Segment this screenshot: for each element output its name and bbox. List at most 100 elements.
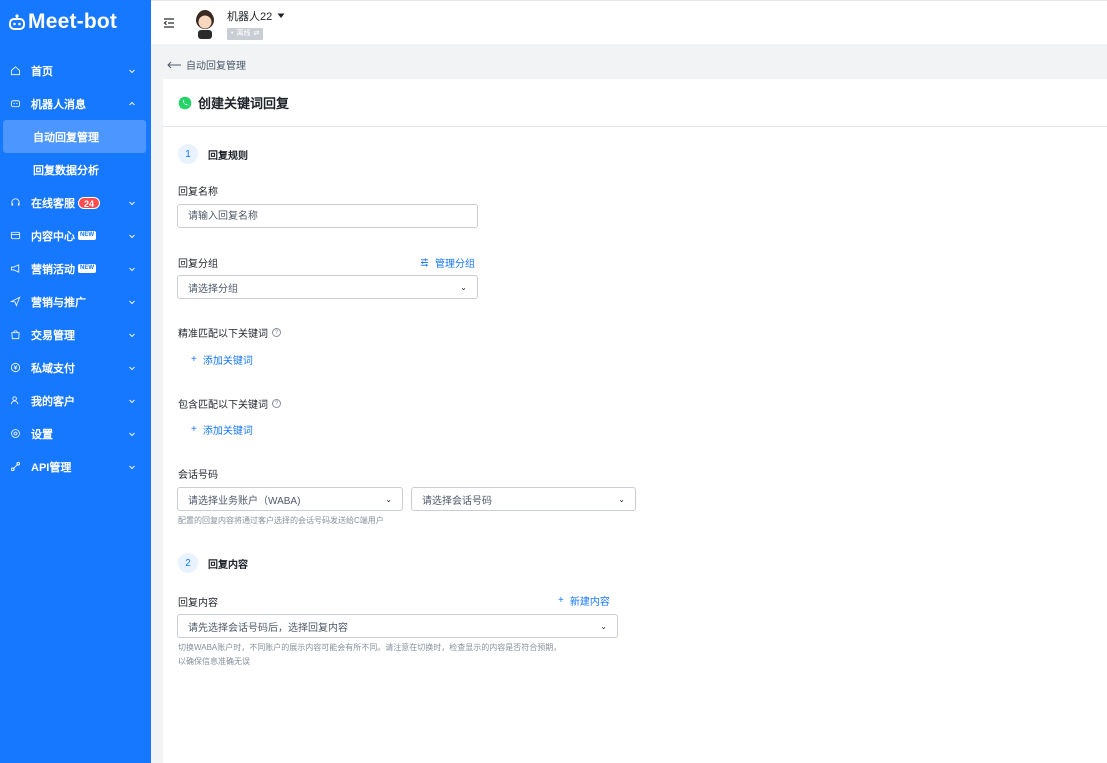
waba-account-select[interactable]: 请选择业务账户（WABA) ⌄: [177, 487, 403, 511]
sliders-icon: [420, 258, 429, 267]
step-1-heading: 1 回复规则: [178, 144, 248, 164]
sidebar-subitem-auto-reply[interactable]: 自动回复管理: [3, 120, 146, 153]
sidebar-item-home[interactable]: 首页: [0, 54, 151, 87]
sidebar-item-label: 机器人消息: [31, 98, 86, 111]
chevron-down-icon: [129, 201, 135, 205]
sidebar-item-promotion[interactable]: 营销与推广: [0, 285, 151, 318]
reply-name-label: 回复名称: [178, 187, 218, 198]
sidebar-item-label: 营销活动: [31, 263, 75, 276]
reply-content-label: 回复内容: [178, 598, 218, 609]
content-card: 创建关键词回复 1 回复规则 回复名称 回复分组 管理分组 请选择分组 ⌄ 精准…: [163, 79, 1107, 763]
exact-match-text: 精准匹配以下关键词: [178, 329, 268, 340]
coin-icon: ¥: [9, 362, 21, 374]
brand-logo[interactable]: Meet-bot: [0, 0, 151, 44]
svg-text:¥: ¥: [13, 366, 17, 372]
megaphone-icon: [9, 263, 21, 275]
contain-match-label: 包含匹配以下关键词 ?: [178, 396, 281, 411]
status-dot-icon: •: [231, 30, 234, 37]
sidebar-item-online-service[interactable]: 在线客服 24: [0, 186, 151, 219]
sidebar-item-content-center[interactable]: 内容中心 NEW: [0, 219, 151, 252]
step-number: 1: [178, 144, 198, 164]
status-badge: • 离线 ⇄: [227, 28, 264, 40]
plus-icon: +: [558, 595, 564, 606]
bot-logo-icon: [8, 13, 26, 31]
brand-name: Meet-bot: [28, 10, 118, 33]
add-exact-keyword-button[interactable]: + 添加关键词: [191, 352, 253, 367]
robot-icon: [9, 98, 21, 110]
status-text: 离线: [236, 30, 251, 37]
chevron-down-icon: ⌄: [460, 282, 467, 292]
sidebar-item-label: API管理: [31, 461, 72, 474]
back-arrow-icon: [167, 61, 181, 68]
gear-icon: [9, 428, 21, 440]
sidebar-item-api[interactable]: API管理: [0, 450, 151, 483]
step-2-heading: 2 回复内容: [178, 553, 248, 573]
chevron-down-icon: ⌄: [600, 621, 607, 631]
manage-group-label: 管理分组: [435, 259, 475, 270]
sidebar-item-private-pay[interactable]: ¥ 私域支付: [0, 351, 151, 384]
contain-match-text: 包含匹配以下关键词: [178, 400, 268, 411]
phone-hint: 配置的回复内容将通过客户选择的会话号码发送给C端用户: [178, 516, 384, 525]
sidebar-item-customers[interactable]: 我的客户: [0, 384, 151, 417]
sidebar-subitem-reply-analytics[interactable]: 回复数据分析: [0, 153, 151, 186]
whatsapp-icon: [178, 96, 192, 109]
add-keyword-label: 添加关键词: [202, 356, 253, 367]
chevron-down-icon: [129, 300, 135, 304]
page-header: 创建关键词回复: [163, 79, 1107, 127]
help-icon[interactable]: ?: [272, 399, 281, 408]
sidebar-item-settings[interactable]: 设置: [0, 417, 151, 450]
home-icon: [9, 65, 21, 77]
unread-count-badge: 24: [78, 196, 101, 209]
waba-switch-hint: 切换WABA账户时，不同账户的展示内容可能会有所不同。请注意在切换时，检查显示的…: [178, 641, 638, 669]
new-badge: NEW: [78, 264, 96, 273]
new-content-label: 新建内容: [569, 597, 610, 608]
chevron-down-icon: [129, 267, 135, 271]
sidebar-item-label: 首页: [31, 65, 53, 78]
sidebar-item-label: 交易管理: [31, 329, 75, 342]
step-number: 2: [178, 553, 198, 573]
breadcrumb[interactable]: 自动回复管理: [167, 57, 246, 72]
chevron-down-icon: [129, 399, 135, 403]
add-contain-keyword-button[interactable]: + 添加关键词: [191, 422, 253, 437]
reply-group-select[interactable]: 请选择分组 ⌄: [177, 275, 478, 299]
send-icon: [9, 296, 21, 308]
reply-content-placeholder: 请先选择会话号码后，选择回复内容: [188, 622, 348, 634]
hint-line-1: 切换WABA账户时，不同账户的展示内容可能会有所不同。请注意在切换时，检查显示的…: [178, 643, 562, 652]
breadcrumb-back-label: 自动回复管理: [186, 61, 246, 72]
chevron-up-icon: [129, 101, 135, 105]
sidebar-item-label: 在线客服: [31, 197, 75, 210]
users-icon: [9, 395, 21, 407]
chevron-down-icon: [129, 366, 135, 370]
chevron-down-icon: [129, 234, 135, 238]
sidebar-item-robot-messages[interactable]: 机器人消息: [0, 87, 151, 120]
caret-down-icon: [277, 13, 285, 18]
sidebar: Meet-bot 首页 机器人消息 自动回复管理 回复数据分析 在线客服 24 内…: [0, 0, 151, 763]
headset-icon: [9, 197, 21, 209]
sidebar-item-trade[interactable]: 交易管理: [0, 318, 151, 351]
chevron-down-icon: [129, 432, 135, 436]
chevron-down-icon: ⌄: [385, 494, 392, 504]
sidebar-item-marketing[interactable]: 营销活动 NEW: [0, 252, 151, 285]
sidebar-item-label: 私域支付: [31, 362, 75, 375]
session-phone-select[interactable]: 请选择会话号码 ⌄: [411, 487, 636, 511]
plus-icon: +: [191, 354, 197, 365]
collapse-menu-icon[interactable]: [162, 16, 176, 30]
reply-group-placeholder: 请选择分组: [188, 283, 238, 295]
sidebar-item-label: 设置: [31, 428, 53, 441]
help-icon[interactable]: ?: [272, 328, 281, 337]
bot-avatar[interactable]: [191, 8, 219, 40]
page-title: 创建关键词回复: [198, 96, 290, 111]
new-content-button[interactable]: + 新建内容: [558, 593, 610, 608]
sidebar-item-label: 内容中心: [31, 230, 75, 243]
reply-content-select[interactable]: 请先选择会话号码后，选择回复内容 ⌄: [177, 614, 618, 638]
bot-switcher[interactable]: 机器人22: [227, 8, 285, 24]
chevron-down-icon: [129, 69, 135, 73]
manage-group-button[interactable]: 管理分组: [420, 255, 475, 270]
step-title: 回复规则: [208, 150, 248, 162]
sidebar-item-label: 营销与推广: [31, 296, 86, 309]
content-icon: [9, 230, 21, 242]
reply-name-input[interactable]: [177, 204, 478, 228]
chevron-down-icon: ⌄: [618, 494, 625, 504]
new-badge: NEW: [78, 231, 96, 240]
session-phone-label: 会话号码: [178, 470, 218, 481]
